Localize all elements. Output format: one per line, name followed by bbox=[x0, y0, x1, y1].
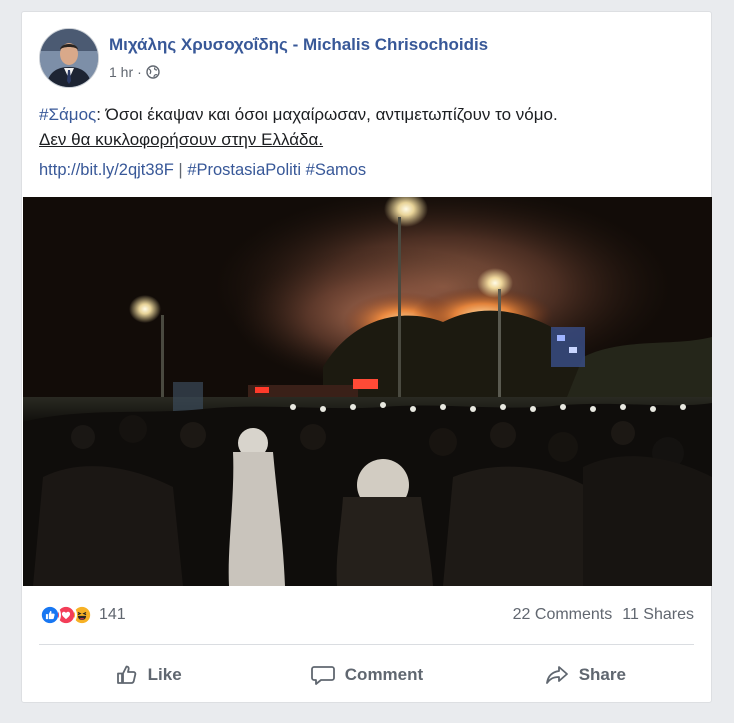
shares-count-link[interactable]: 11 Shares bbox=[622, 606, 694, 624]
post-text-line-2: Δεν θα κυκλοφορήσουν στην Ελλάδα. bbox=[39, 127, 694, 152]
like-label: Like bbox=[147, 665, 182, 684]
comment-label: Comment bbox=[344, 665, 424, 684]
like-button[interactable]: Like bbox=[39, 652, 257, 698]
like-reaction-icon bbox=[39, 604, 61, 626]
fire-crowd-image bbox=[23, 197, 712, 586]
comments-count-link[interactable]: 22 Comments bbox=[513, 606, 613, 624]
thumbs-up-icon bbox=[116, 665, 136, 684]
post-meta: 1 hr · bbox=[109, 64, 160, 80]
facebook-post: Μιχάλης Χρυσοχοΐδης - Michalis Chrisocho… bbox=[21, 11, 712, 703]
post-links-line: http://bit.ly/2qjt38F | #ProstasiaPoliti… bbox=[39, 158, 694, 183]
external-link[interactable]: http://bit.ly/2qjt38F bbox=[39, 161, 174, 179]
post-timestamp[interactable]: 1 hr bbox=[109, 64, 133, 80]
divider bbox=[39, 644, 694, 645]
share-label: Share bbox=[578, 665, 626, 684]
link-separator: | bbox=[178, 161, 183, 179]
hashtag-link-prostasia[interactable]: #ProstasiaPoliti bbox=[187, 161, 301, 179]
meta-separator: · bbox=[137, 64, 142, 80]
comment-bubble-icon bbox=[310, 666, 335, 685]
profile-photo bbox=[40, 29, 98, 87]
hashtag-link-samos-greek[interactable]: #Σάμος bbox=[39, 105, 96, 124]
post-author-link[interactable]: Μιχάλης Χρυσοχοΐδης - Michalis Chrisocho… bbox=[109, 35, 488, 55]
post-actions: Like Comment Share bbox=[39, 652, 694, 698]
hashtag-link-samos[interactable]: #Samos bbox=[306, 161, 367, 179]
reaction-count: 141 bbox=[99, 606, 126, 623]
reactions-summary[interactable]: 141 bbox=[39, 604, 126, 626]
post-text-sentence: : Όσοι έκαψαν και όσοι μαχαίρωσαν, αντιμ… bbox=[96, 105, 558, 124]
post-text-line-1: #Σάμος: Όσοι έκαψαν και όσοι μαχαίρωσαν,… bbox=[39, 102, 694, 127]
share-button[interactable]: Share bbox=[476, 652, 694, 698]
avatar[interactable] bbox=[39, 28, 99, 88]
post-text: #Σάμος: Όσοι έκαψαν και όσοι μαχαίρωσαν,… bbox=[39, 102, 694, 183]
post-photo[interactable] bbox=[23, 197, 712, 586]
post-text-underlined: Δεν θα κυκλοφορήσουν στην Ελλάδα. bbox=[39, 130, 324, 149]
comment-button[interactable]: Comment bbox=[257, 652, 475, 698]
globe-icon[interactable] bbox=[146, 65, 160, 79]
engagement-counts: 22 Comments 11 Shares bbox=[513, 606, 694, 624]
share-arrow-icon bbox=[545, 666, 568, 684]
